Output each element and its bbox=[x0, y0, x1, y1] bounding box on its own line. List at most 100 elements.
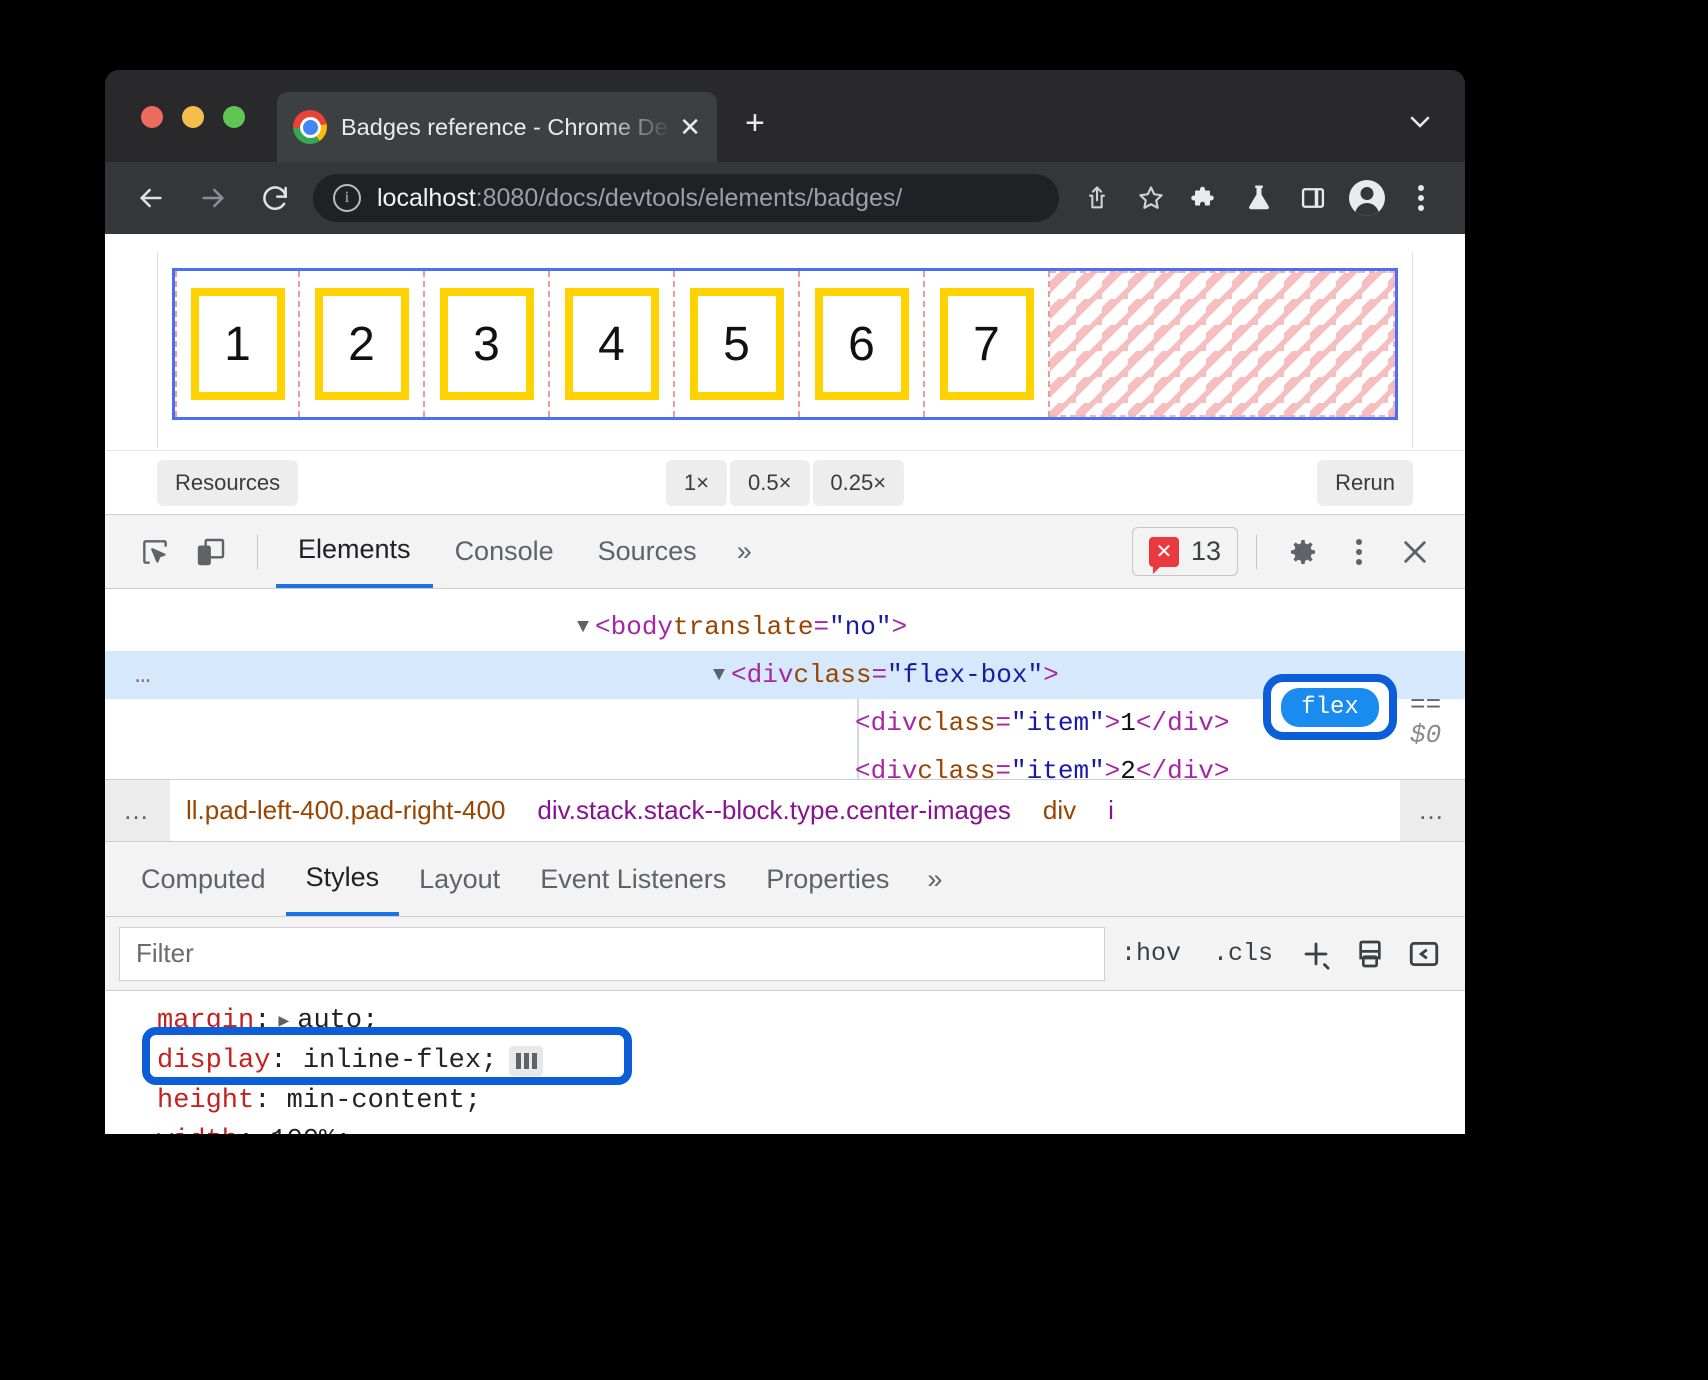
error-count-text: 13 bbox=[1191, 536, 1221, 567]
window-traffic-lights bbox=[141, 106, 245, 128]
three-dot-vertical-icon[interactable] bbox=[1331, 524, 1387, 580]
url-input[interactable]: i localhost:8080/docs/devtools/elements/… bbox=[313, 174, 1059, 222]
dom-token: "item" bbox=[1011, 756, 1105, 779]
dom-token: < bbox=[855, 756, 871, 779]
css-declaration[interactable]: width: 100%; bbox=[157, 1121, 1465, 1134]
css-property-value[interactable]: min-content; bbox=[287, 1086, 481, 1116]
devtools-tab-sources[interactable]: Sources bbox=[576, 516, 719, 588]
flex-item-cell: 2 bbox=[300, 271, 425, 417]
devtools-toolbar: ElementsConsoleSources » ✕ 13 bbox=[105, 515, 1465, 589]
expand-shorthand-icon[interactable]: ▶ bbox=[278, 1010, 289, 1032]
css-declaration[interactable]: height: min-content; bbox=[157, 1081, 1465, 1121]
expand-triangle-icon[interactable]: ▼ bbox=[577, 616, 589, 639]
dom-token: div bbox=[871, 756, 918, 779]
maximize-window-button[interactable] bbox=[223, 106, 245, 128]
devtools-tab-console[interactable]: Console bbox=[433, 516, 576, 588]
dom-token: class bbox=[793, 660, 871, 690]
tab-title: Badges reference - Chrome De bbox=[341, 114, 673, 141]
hov-button[interactable]: :hov bbox=[1105, 939, 1197, 968]
device-toolbar-icon[interactable] bbox=[183, 524, 239, 580]
expand-triangle-icon[interactable]: ▼ bbox=[713, 664, 725, 687]
css-property-name[interactable]: height bbox=[157, 1086, 254, 1116]
dom-token: "item" bbox=[1011, 708, 1105, 738]
breadcrumb-item[interactable]: ll.pad-left-400.pad-right-400 bbox=[170, 795, 521, 826]
devtools-tab-elements[interactable]: Elements bbox=[276, 516, 433, 588]
sidebar-tab-computed[interactable]: Computed bbox=[121, 842, 286, 916]
sidebar-tab-properties[interactable]: Properties bbox=[746, 842, 909, 916]
breadcrumb-item[interactable]: div bbox=[1027, 795, 1092, 826]
node-overflow-ellipsis[interactable]: … bbox=[135, 660, 154, 690]
address-bar: i localhost:8080/docs/devtools/elements/… bbox=[105, 162, 1465, 234]
three-dot-menu-icon[interactable] bbox=[1399, 176, 1443, 220]
css-property-value[interactable]: 100%; bbox=[270, 1126, 351, 1134]
more-tabs-button[interactable]: » bbox=[719, 536, 770, 567]
forward-button[interactable] bbox=[189, 174, 237, 222]
dom-node-row[interactable]: <div class="item">2</div> bbox=[105, 747, 1465, 779]
chevron-down-icon[interactable] bbox=[1405, 106, 1435, 141]
chrome-logo-icon bbox=[293, 110, 327, 144]
collapse-sidebar-icon[interactable] bbox=[1397, 927, 1451, 981]
rerun-button[interactable]: Rerun bbox=[1317, 460, 1413, 506]
close-window-button[interactable] bbox=[141, 106, 163, 128]
styles-filter-bar: Filter :hov .cls bbox=[105, 917, 1465, 991]
error-count-badge[interactable]: ✕ 13 bbox=[1132, 527, 1238, 576]
css-property-value[interactable]: auto; bbox=[297, 1006, 378, 1036]
close-icon[interactable]: ✕ bbox=[679, 114, 701, 140]
css-declaration[interactable]: margin:▶auto; bbox=[157, 1001, 1465, 1041]
bookmark-star-icon[interactable] bbox=[1129, 176, 1173, 220]
new-tab-button[interactable]: + bbox=[745, 106, 765, 140]
reload-button[interactable] bbox=[251, 174, 299, 222]
dom-node-row[interactable]: ▼<body translate="no"> bbox=[105, 603, 1465, 651]
breadcrumb-item[interactable]: div.stack.stack--block.type.center-image… bbox=[521, 795, 1026, 826]
breadcrumb-leading-ellipsis[interactable]: … bbox=[105, 780, 170, 841]
flexbox-editor-icon[interactable] bbox=[509, 1046, 543, 1076]
profile-avatar-icon[interactable] bbox=[1345, 176, 1389, 220]
css-property-value[interactable]: inline-flex; bbox=[303, 1046, 497, 1076]
sidebar-tab-event-listeners[interactable]: Event Listeners bbox=[520, 842, 746, 916]
css-property-name[interactable]: display bbox=[157, 1046, 270, 1076]
avatar bbox=[1349, 180, 1385, 216]
dom-node-row[interactable]: <div class="item">1</div> bbox=[105, 699, 1465, 747]
flex-item: 6 bbox=[815, 288, 909, 400]
zoom-option-button[interactable]: 0.5× bbox=[730, 460, 809, 506]
css-declaration[interactable]: display: inline-flex; bbox=[157, 1041, 1465, 1081]
css-space bbox=[254, 1126, 270, 1134]
inspect-element-icon[interactable] bbox=[127, 524, 183, 580]
breadcrumb-item[interactable]: i bbox=[1092, 795, 1130, 826]
sidebar-tab-styles[interactable]: Styles bbox=[286, 842, 400, 916]
zoom-option-button[interactable]: 1× bbox=[666, 460, 727, 506]
dom-token: div bbox=[871, 708, 918, 738]
breadcrumb-trailing-ellipsis[interactable]: … bbox=[1400, 780, 1465, 841]
extensions-puzzle-icon[interactable] bbox=[1183, 176, 1227, 220]
css-space bbox=[270, 1086, 286, 1116]
new-style-rule-button[interactable] bbox=[1289, 927, 1343, 981]
filter-input[interactable]: Filter bbox=[119, 927, 1105, 981]
flex-badge[interactable]: flex bbox=[1281, 688, 1379, 727]
labs-flask-icon[interactable] bbox=[1237, 176, 1281, 220]
side-panel-icon[interactable] bbox=[1291, 176, 1335, 220]
devtools-panel: ElementsConsoleSources » ✕ 13 bbox=[105, 514, 1465, 1134]
sidebar-more-tabs-button[interactable]: » bbox=[909, 864, 960, 895]
tab-strip: Badges reference - Chrome De ✕ + bbox=[105, 70, 1465, 162]
flex-item: 5 bbox=[690, 288, 784, 400]
dom-node-row[interactable]: …▼<div class="flex-box"> bbox=[105, 651, 1465, 699]
url-text: localhost:8080/docs/devtools/elements/ba… bbox=[377, 184, 902, 213]
site-info-icon[interactable]: i bbox=[333, 184, 361, 212]
dom-token: = bbox=[813, 612, 829, 642]
viewport-divider bbox=[105, 450, 1465, 451]
browser-tab[interactable]: Badges reference - Chrome De ✕ bbox=[277, 92, 717, 162]
print-styles-icon[interactable] bbox=[1343, 927, 1397, 981]
gear-icon[interactable] bbox=[1275, 524, 1331, 580]
minimize-window-button[interactable] bbox=[182, 106, 204, 128]
flex-item: 3 bbox=[440, 288, 534, 400]
sidebar-tab-layout[interactable]: Layout bbox=[399, 842, 520, 916]
share-icon[interactable] bbox=[1075, 176, 1119, 220]
css-property-name[interactable]: width bbox=[157, 1126, 238, 1134]
back-button[interactable] bbox=[127, 174, 175, 222]
cls-button[interactable]: .cls bbox=[1197, 939, 1289, 968]
resources-button[interactable]: Resources bbox=[157, 460, 298, 506]
close-devtools-icon[interactable] bbox=[1387, 524, 1443, 580]
css-property-name[interactable]: margin bbox=[157, 1006, 254, 1036]
dom-token: </div> bbox=[1136, 756, 1230, 779]
zoom-option-button[interactable]: 0.25× bbox=[812, 460, 904, 506]
